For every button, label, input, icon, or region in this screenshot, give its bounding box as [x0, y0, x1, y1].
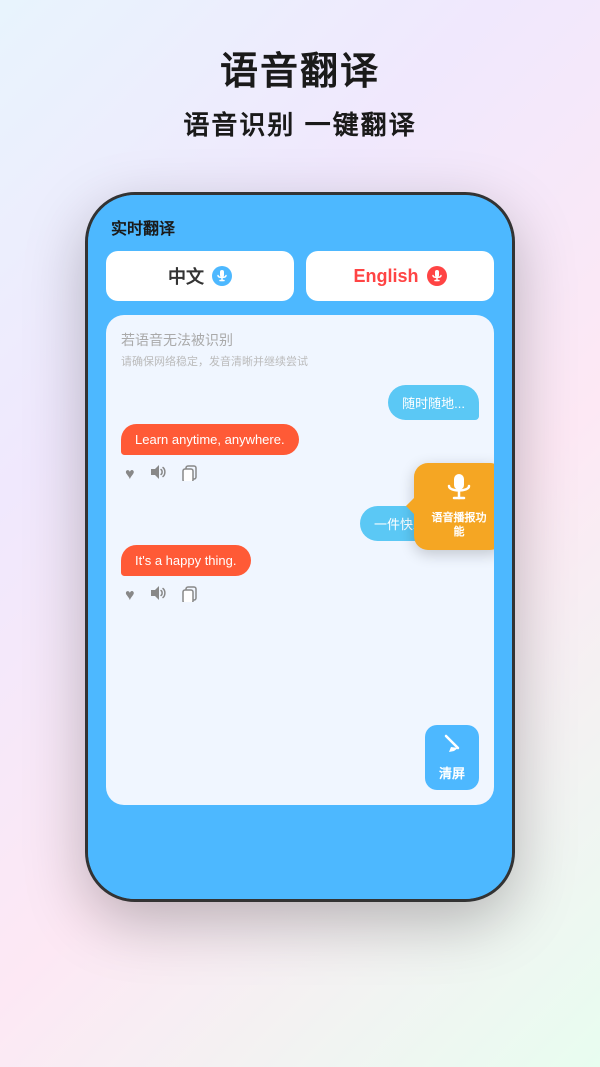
msg1-right: 随时随地... — [388, 385, 479, 420]
mic-icon-english — [427, 266, 447, 286]
volume-icon-2[interactable] — [149, 585, 167, 606]
clear-button[interactable]: 清屏 — [425, 725, 479, 790]
lang-english-label: English — [353, 266, 418, 287]
tooltip-mic-icon — [428, 473, 490, 507]
tooltip-label: 语音播报功能 — [428, 511, 490, 540]
lang-btn-english[interactable]: English — [306, 251, 494, 301]
phone-inner: 实时翻译 中文 English — [88, 195, 512, 899]
volume-icon-1[interactable] — [149, 464, 167, 485]
tooltip-arrow — [406, 498, 414, 514]
msg1-left: Learn anytime, anywhere. — [121, 424, 299, 455]
copy-icon-1[interactable] — [181, 463, 199, 486]
chat-area: 若语音无法被识别 请确保网络稳定，发音清晰并继续尝试 随时随地... Learn… — [106, 315, 494, 805]
recognition-hint: 若语音无法被识别 — [121, 330, 479, 350]
main-title: 语音翻译 — [183, 40, 416, 95]
sub-title: 语音识别 一键翻译 — [183, 105, 416, 142]
msg2-left: It's a happy thing. — [121, 545, 251, 576]
msg-actions-2: ♥ — [121, 580, 479, 615]
lang-selector-row: 中文 English — [106, 251, 494, 301]
recognition-sub: 请确保网络稳定，发音清晰并继续尝试 — [121, 353, 479, 369]
mic-icon-chinese — [212, 266, 232, 286]
lang-chinese-label: 中文 — [168, 263, 204, 289]
app-title-bar: 实时翻译 — [106, 215, 494, 251]
phone-wrapper: 实时翻译 中文 English — [85, 192, 515, 902]
page-header: 语音翻译 语音识别 一键翻译 — [163, 0, 436, 162]
clear-btn-label: 清屏 — [439, 763, 465, 782]
heart-icon-1[interactable]: ♥ — [125, 466, 135, 484]
heart-icon-2[interactable]: ♥ — [125, 587, 135, 605]
lang-btn-chinese[interactable]: 中文 — [106, 251, 294, 301]
tooltip-bubble: 语音播报功能 — [414, 463, 494, 550]
broom-icon — [441, 733, 463, 760]
phone-frame: 实时翻译 中文 English — [85, 192, 515, 902]
copy-icon-2[interactable] — [181, 584, 199, 607]
